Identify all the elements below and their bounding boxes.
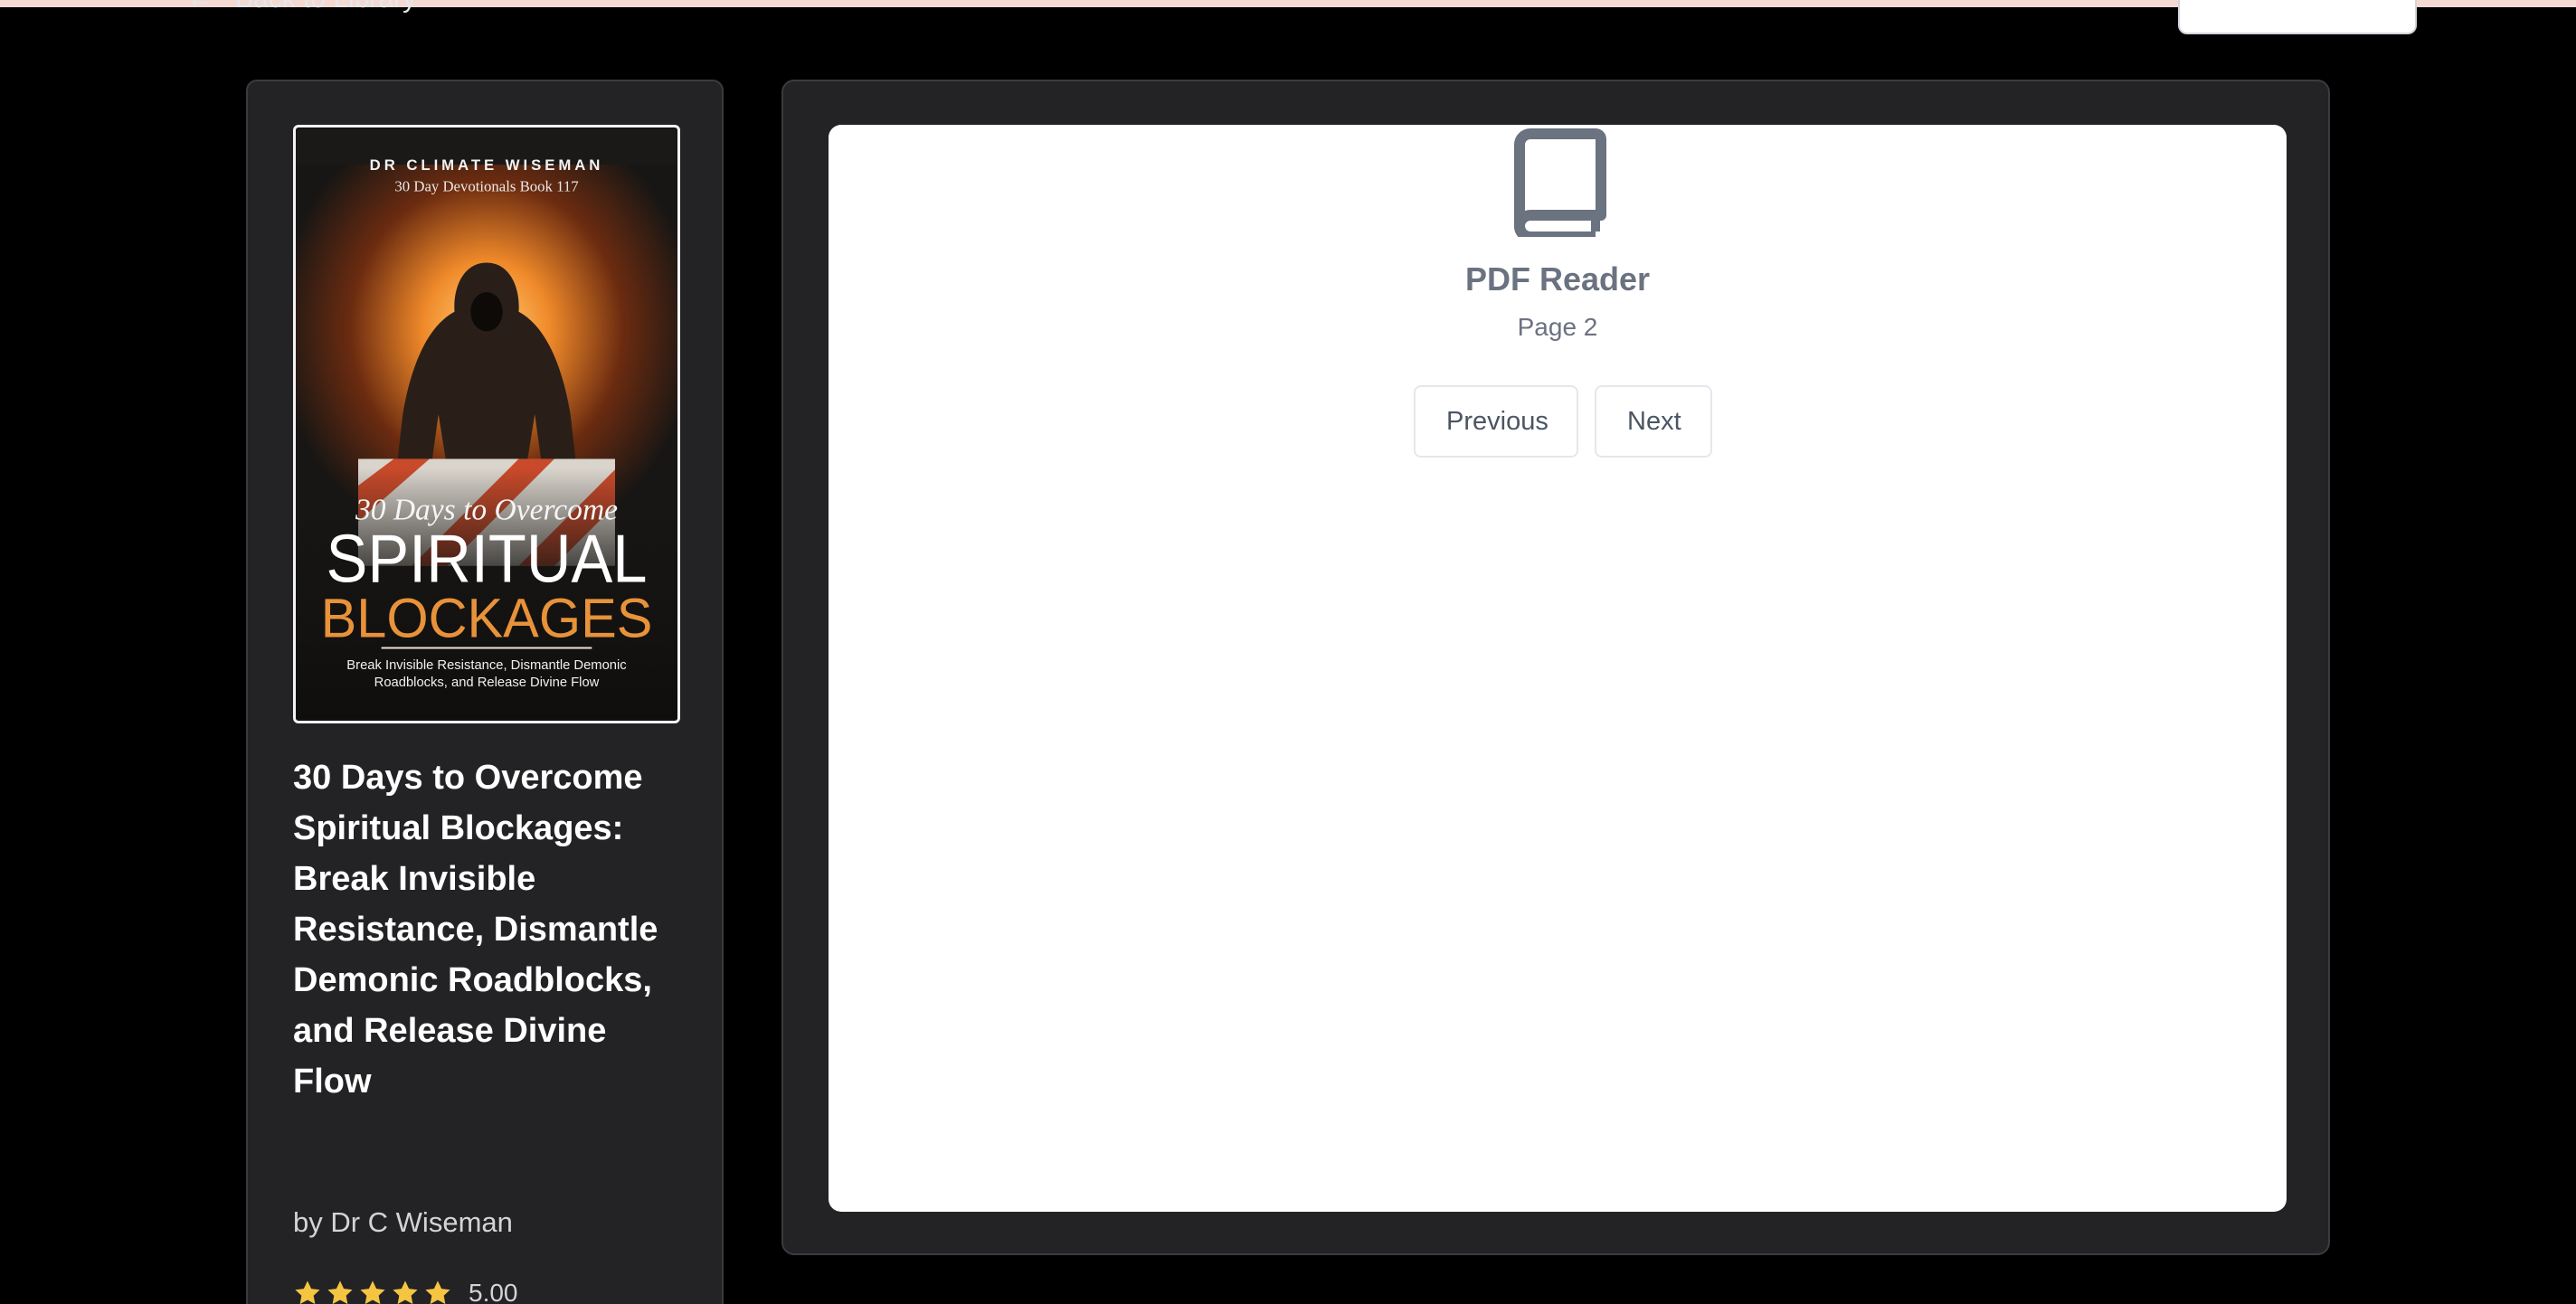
cover-series-line: 30 Day Devotionals Book 117 <box>394 178 578 195</box>
next-page-button[interactable]: Next <box>1595 385 1712 458</box>
book-title: 30 Days to Overcome Spiritual Blockages:… <box>293 759 658 1101</box>
back-link-label: Back to Library <box>235 0 416 14</box>
page-navigation: Previous Next <box>829 385 2287 458</box>
header-action-button[interactable] <box>2178 0 2417 34</box>
cover-subtitle-line-2: Roadblocks, and Release Divine Flow <box>374 676 600 690</box>
book-author: by Dr C Wiseman <box>293 1206 513 1238</box>
arrow-left-icon: ← <box>186 0 213 13</box>
reader-title: PDF Reader <box>1464 260 1651 298</box>
pdf-page-view[interactable]: PDF Reader Page 2 Previous Next <box>829 125 2287 1212</box>
cover-author-line: DR CLIMATE WISEMAN <box>370 156 604 174</box>
book-info-panel: DR CLIMATE WISEMAN 30 Day Devotionals Bo… <box>246 80 724 1304</box>
cover-subtitle-line-1: Break Invisible Resistance, Dismantle De… <box>346 658 626 673</box>
back-to-library-link[interactable]: ← Back to Library <box>186 0 416 14</box>
current-page-label: Page 2 <box>1517 313 1598 341</box>
star-icon <box>295 1280 320 1304</box>
star-icon <box>360 1280 385 1304</box>
cover-title-word-2: BLOCKAGES <box>321 588 653 649</box>
star-icon <box>425 1280 450 1304</box>
previous-page-button[interactable]: Previous <box>1414 385 1578 458</box>
book-cover: DR CLIMATE WISEMAN 30 Day Devotionals Bo… <box>293 125 680 723</box>
star-icon <box>327 1280 353 1304</box>
book-icon <box>1514 128 1606 237</box>
book-cover-art: DR CLIMATE WISEMAN 30 Day Devotionals Bo… <box>296 128 677 720</box>
star-rating: 5.00 <box>293 1275 518 1304</box>
cover-title-word-1: SPIRITUAL <box>327 521 648 597</box>
rating-value: 5.00 <box>469 1279 518 1304</box>
star-icon <box>393 1280 418 1304</box>
reader-panel: PDF Reader Page 2 Previous Next <box>781 80 2330 1255</box>
